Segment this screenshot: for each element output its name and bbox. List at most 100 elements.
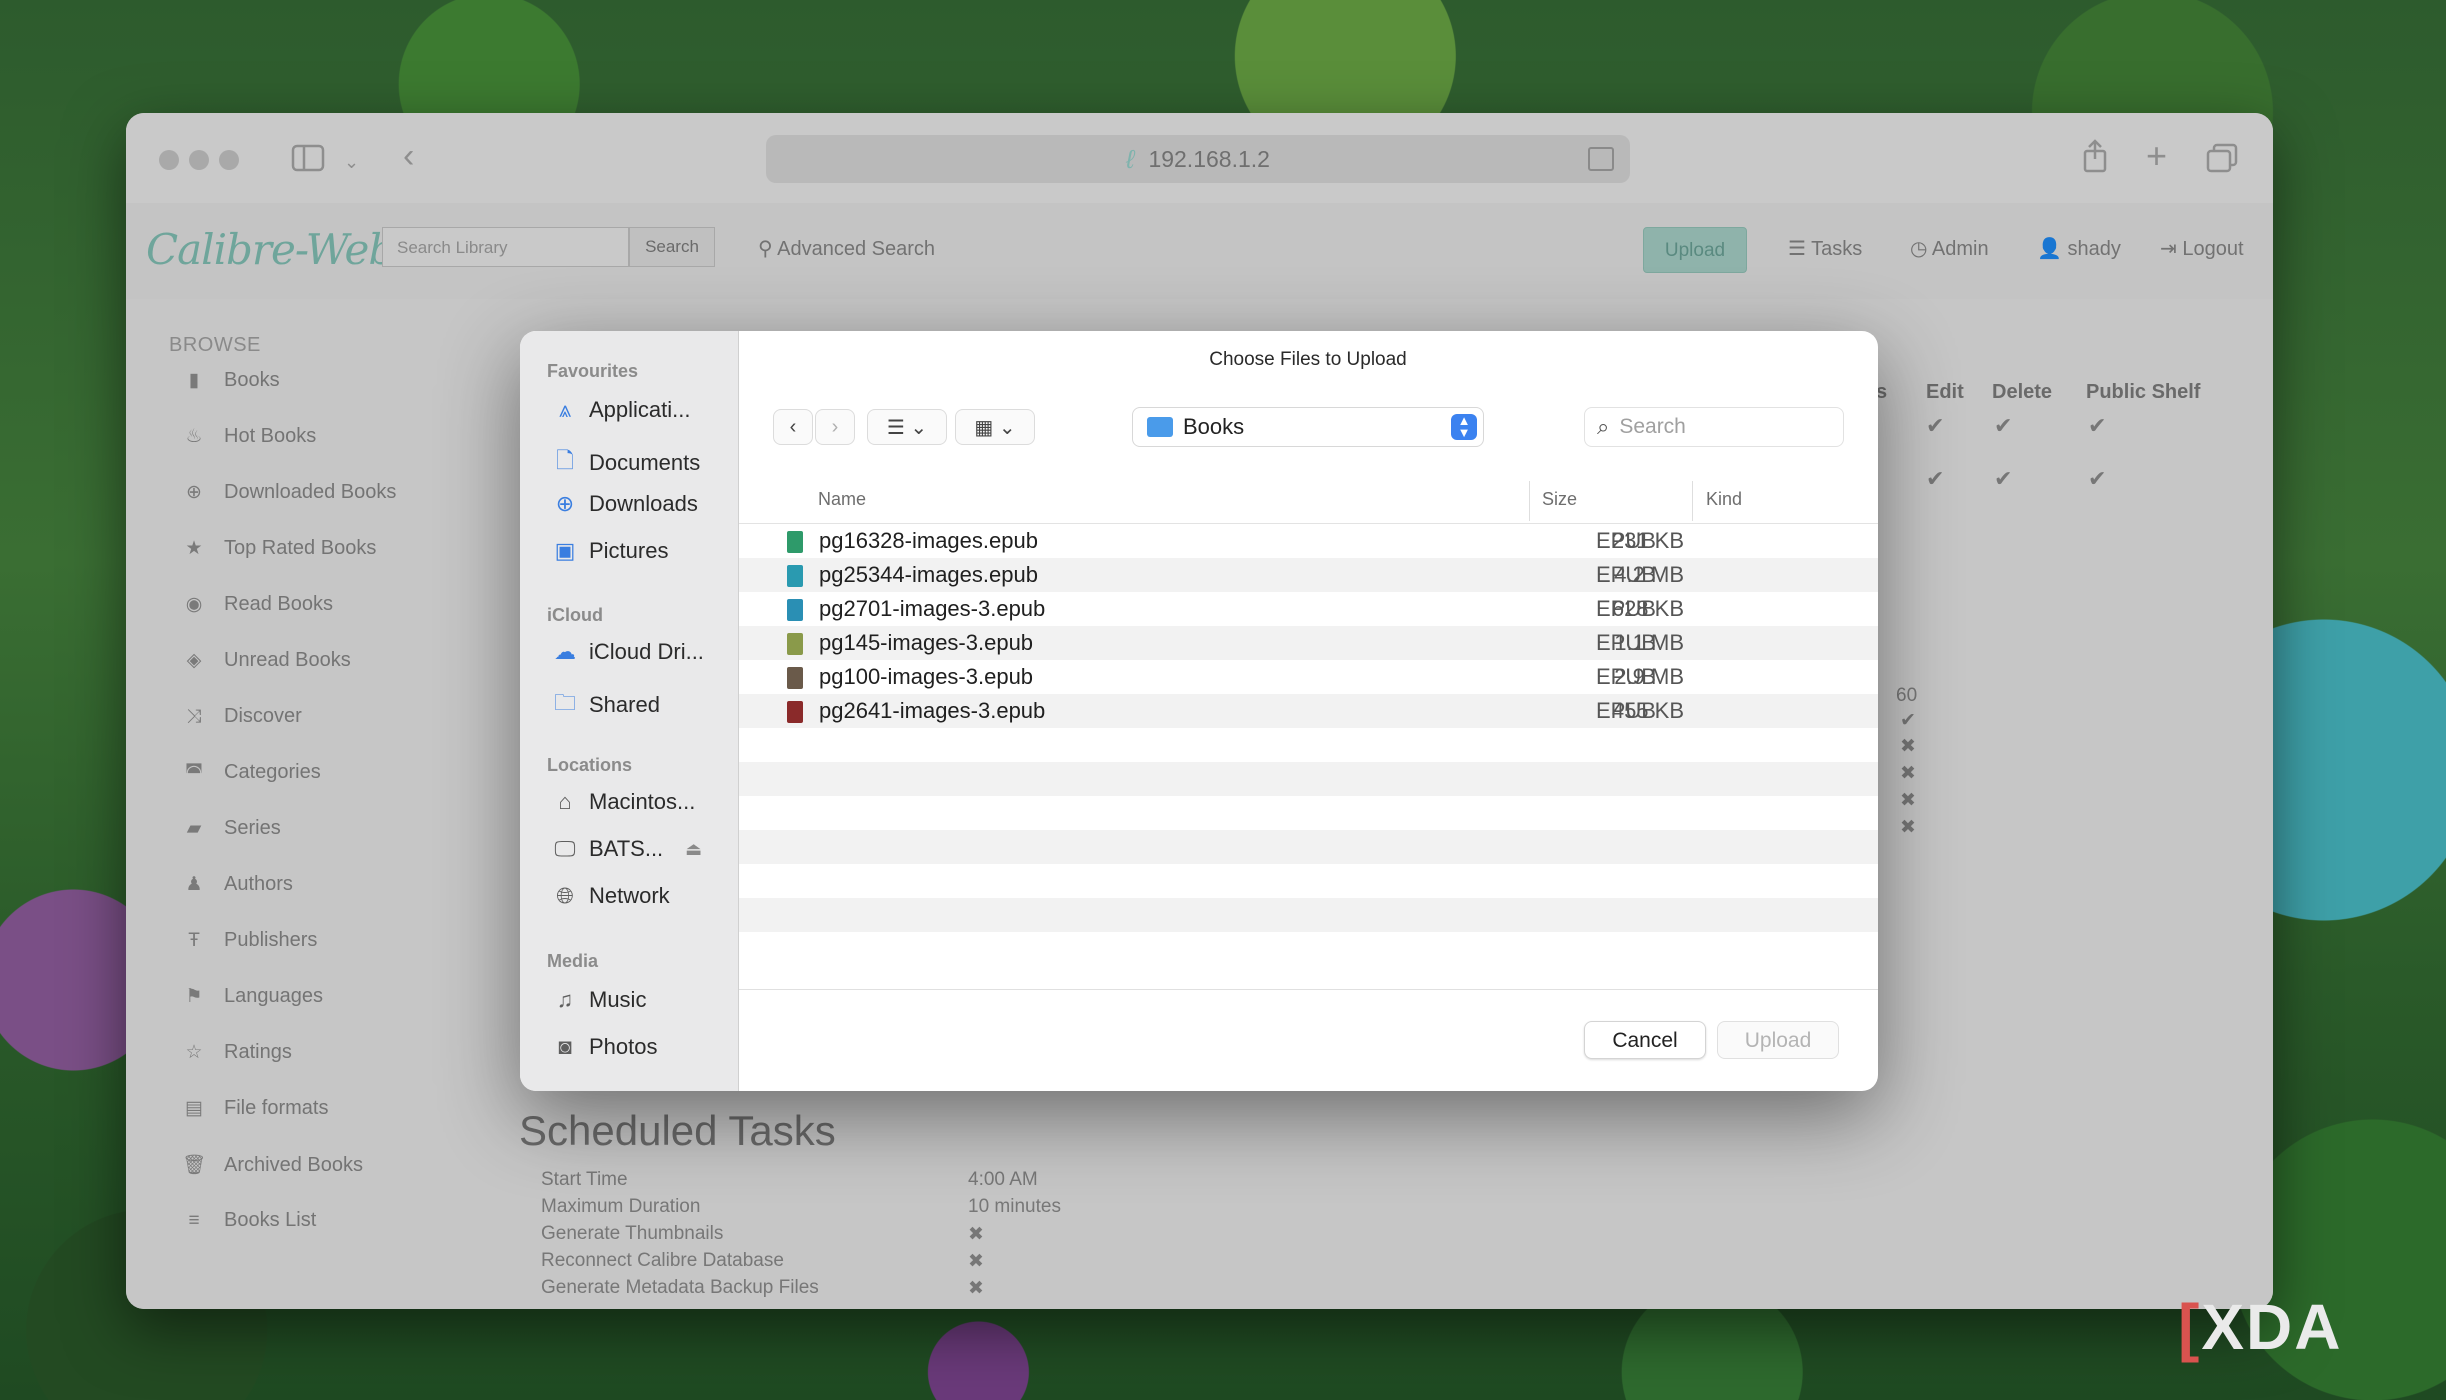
search-library-input[interactable]: Search Library — [382, 227, 629, 267]
computer-icon: 🖵 — [554, 836, 576, 861]
search-placeholder: Search — [1619, 415, 1686, 438]
file-upload-dialog: Favourites ⩓ Applicati... 🗋 Documents ⊕ Dow… — [520, 331, 1878, 1091]
logout-link[interactable]: ⇥ Logout — [2160, 236, 2244, 261]
shuffle-icon: ⤨ — [186, 705, 202, 727]
tasks-link[interactable]: ☰ Tasks — [1788, 236, 1862, 261]
minimize-window-button[interactable] — [189, 150, 209, 170]
empty-row — [739, 898, 1878, 932]
sidebar-item-music[interactable]: ♫ Music — [550, 987, 647, 1013]
upload-nav-button[interactable]: Upload — [1643, 227, 1747, 273]
dialog-footer: Cancel Upload — [739, 989, 1878, 1091]
logout-icon: ⇥ — [2160, 238, 2177, 260]
location-popup[interactable]: Books ▲ ▼ — [1132, 407, 1484, 447]
fire-icon: ♨ — [185, 426, 203, 447]
file-row[interactable]: pg2641-images-3.epub 455 KB EPUB — [739, 694, 1878, 728]
share-icon[interactable] — [2080, 139, 2110, 179]
chevron-down-icon[interactable]: ⌄ — [344, 147, 359, 177]
back-button[interactable]: ‹ — [773, 409, 813, 445]
address-bar[interactable]: ℓ 192.168.1.2 — [766, 135, 1630, 183]
browser-titlebar: ⌄ ‹ ℓ 192.168.1.2 + — [126, 113, 2273, 203]
sidebar-item-photos[interactable]: ◙ Photos — [550, 1034, 658, 1060]
tabs-overview-icon[interactable] — [2206, 143, 2238, 179]
sidebar-item-shared[interactable]: 🗀 Shared — [550, 686, 660, 724]
calibre-web-logo[interactable]: Calibre-Web — [146, 225, 395, 274]
advanced-search-link[interactable]: ⚲ Advanced Search — [758, 236, 935, 261]
sidebar-item-network[interactable]: 🌐︎ Network — [550, 883, 670, 909]
sidebar-item-books-list[interactable]: ≡ Books List — [182, 1209, 316, 1232]
user-link[interactable]: 👤 shady — [2037, 236, 2121, 261]
scheduled-task-label: Generate Metadata Backup Files — [541, 1277, 819, 1298]
sidebar-item-categories[interactable]: ◚ Categories — [182, 761, 321, 784]
search-button[interactable]: Search — [629, 227, 715, 267]
check-icon: ✔ — [1926, 466, 1945, 491]
sidebar-item-icloud-drive[interactable]: ☁ iCloud Dri... — [550, 639, 704, 665]
admin-link[interactable]: ◷ Admin — [1910, 236, 1989, 261]
sidebar-item-pictures[interactable]: ▣ Pictures — [550, 538, 669, 564]
forward-button[interactable]: › — [815, 409, 855, 445]
file-row[interactable]: pg25344-images.epub 4.2 MB EPUB — [739, 558, 1878, 592]
loading-icon: ℓ — [1126, 143, 1135, 174]
sidebar-item-label: Macintos... — [589, 789, 696, 814]
sidebar-item-authors[interactable]: ♟ Authors — [182, 873, 292, 896]
file-row[interactable]: pg145-images-3.epub 1.1 MB EPUB — [739, 626, 1878, 660]
sidebar-item-label: Applicati... — [589, 397, 691, 422]
new-tab-icon[interactable]: + — [2146, 138, 2167, 174]
list-view-button[interactable]: ☰ ⌄ — [867, 409, 947, 445]
sidebar-item-books[interactable]: ▮ Books — [182, 369, 280, 392]
icon-view-button[interactable]: ▦ ⌄ — [955, 409, 1035, 445]
sidebar-item-downloaded-books[interactable]: ⊕ Downloaded Books — [182, 481, 396, 504]
file-row[interactable]: pg100-images-3.epub 2.9 MB EPUB — [739, 660, 1878, 694]
cancel-button[interactable]: Cancel — [1584, 1021, 1706, 1059]
applications-icon: ⩓ — [558, 397, 572, 422]
sidebar-item-read-books[interactable]: ◉ Read Books — [182, 593, 333, 616]
column-header-kind[interactable]: Kind — [1706, 489, 1742, 510]
dialog-search-field[interactable]: ⌕ Search — [1584, 407, 1844, 447]
sidebar-item-downloads[interactable]: ⊕ Downloads — [550, 491, 698, 517]
sidebar-item-discover[interactable]: ⤨ Discover — [182, 705, 301, 728]
column-header-name[interactable]: Name — [818, 489, 866, 510]
sidebar-item-unread-books[interactable]: ◈ Unread Books — [182, 649, 351, 672]
sidebar-item-publishers[interactable]: Ŧ Publishers — [182, 929, 317, 952]
sidebar-item-hot-books[interactable]: ♨ Hot Books — [182, 425, 316, 448]
reader-icon[interactable] — [1588, 147, 1614, 171]
sidebar-item-languages[interactable]: ⚑ Languages — [182, 985, 323, 1008]
sidebar-item-file-formats[interactable]: ▤ File formats — [182, 1097, 328, 1120]
updown-icon: ▲ ▼ — [1451, 414, 1477, 440]
sidebar-item-applications[interactable]: ⩓ Applicati... — [550, 397, 691, 423]
back-icon[interactable]: ‹ — [403, 139, 414, 173]
empty-row — [739, 796, 1878, 830]
sidebar-item-macintosh-hd[interactable]: ⌂ Macintos... — [550, 789, 695, 815]
sidebar-item-label: Photos — [589, 1034, 658, 1059]
sidebar-item-label: Music — [589, 987, 647, 1012]
location-label: Books — [1183, 414, 1245, 439]
sidebar-item-ratings[interactable]: ☆ Ratings — [182, 1041, 292, 1064]
browse-heading: BROWSE — [169, 334, 261, 356]
sidebar-item-series[interactable]: ▰ Series — [182, 817, 281, 840]
sidebar-item-label: Ratings — [224, 1041, 292, 1063]
column-header-size[interactable]: Size — [1542, 489, 1577, 510]
sidebar-item-label: iCloud Dri... — [589, 639, 704, 664]
sidebar-item-documents[interactable]: 🗋 Documents — [550, 444, 700, 482]
sidebar-item-label: Languages — [224, 985, 323, 1007]
star-icon: ★ — [185, 538, 203, 559]
sidebar-toggle-icon[interactable] — [291, 144, 325, 178]
eject-icon[interactable]: ⏏ — [685, 839, 702, 860]
eye-icon: ◉ — [185, 594, 203, 615]
scheduled-task-label: Generate Thumbnails — [541, 1223, 724, 1244]
sidebar-item-label: Archived Books — [224, 1153, 363, 1176]
scheduled-task-label: Start Time — [541, 1169, 628, 1190]
sidebar-item-label: Top Rated Books — [224, 537, 377, 559]
file-row[interactable]: pg16328-images.epub 231 KB EPUB — [739, 524, 1878, 558]
pictures-icon: ▣ — [554, 538, 576, 563]
upload-button[interactable]: Upload — [1717, 1021, 1839, 1059]
search-icon: ⌕ — [1597, 414, 1610, 439]
zoom-window-button[interactable] — [219, 150, 239, 170]
sidebar-item-label: Categories — [224, 761, 321, 783]
user-icon: ♟ — [185, 874, 203, 895]
sidebar-item-network-drive[interactable]: 🖵 BATS... ⏏ — [550, 836, 702, 862]
setting-value: 60 — [1896, 685, 1918, 706]
file-row[interactable]: pg2701-images-3.epub 628 KB EPUB — [739, 592, 1878, 626]
sidebar-item-archived-books[interactable]: 🗑︎ Archived Books — [182, 1153, 363, 1177]
sidebar-item-top-rated-books[interactable]: ★ Top Rated Books — [182, 537, 376, 560]
close-window-button[interactable] — [159, 150, 179, 170]
